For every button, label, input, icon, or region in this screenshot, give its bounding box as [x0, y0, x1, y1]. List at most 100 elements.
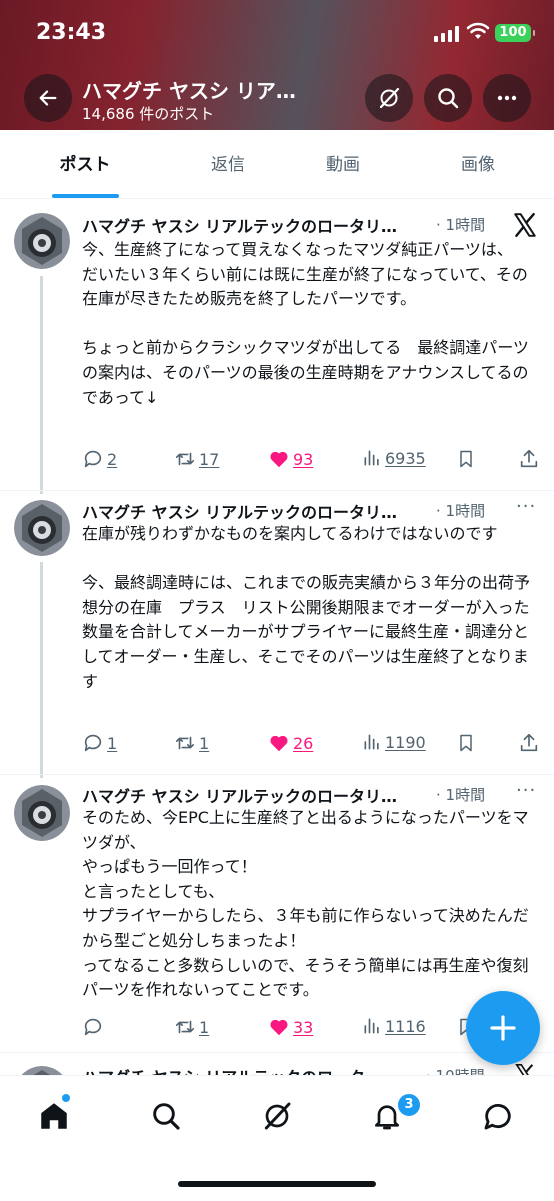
arrow-left-icon: [39, 90, 57, 106]
search-button[interactable]: [424, 74, 472, 122]
avatar[interactable]: [14, 785, 70, 841]
repost-count: 17: [199, 449, 220, 469]
repost-icon: [175, 1020, 195, 1034]
like-button[interactable]: 26: [268, 732, 313, 754]
bookmark-icon: [460, 734, 472, 752]
post-item-partial[interactable]: ハマグチ ヤスシ リアルテックのロータ… · 10時間: [0, 1053, 554, 1075]
author-name[interactable]: ハマグチ ヤスシ リアルテックのロータリ…: [82, 213, 397, 237]
views-icon: [364, 450, 379, 466]
post-actions: 2 17 93 6935: [82, 448, 542, 472]
notification-badge: 3: [396, 1092, 422, 1118]
author-name[interactable]: ハマグチ ヤスシ リアルテックのロータリ…: [82, 499, 397, 523]
share-icon: [520, 449, 538, 468]
x-logo-icon: [515, 1064, 534, 1075]
like-button[interactable]: 33: [268, 1016, 313, 1038]
avatar-image: [21, 1066, 63, 1075]
grok-icon: [379, 87, 400, 109]
reply-count: 1: [107, 733, 118, 753]
avatar-image: [14, 500, 70, 556]
repost-button[interactable]: 1: [174, 1016, 209, 1038]
views-button[interactable]: 1116: [362, 1016, 426, 1036]
like-count: 26: [293, 733, 314, 753]
avatar[interactable]: [14, 213, 70, 269]
views-button[interactable]: 6935: [362, 448, 426, 468]
avatar[interactable]: [14, 1066, 70, 1075]
nav-grok[interactable]: [257, 1096, 297, 1136]
tab-posts[interactable]: ポスト: [35, 130, 135, 198]
like-count: 33: [293, 1017, 314, 1037]
divider: [0, 490, 554, 491]
more-icon: [497, 95, 517, 101]
like-count: 93: [293, 449, 314, 469]
bookmark-button[interactable]: [456, 732, 476, 754]
post-time[interactable]: · 10時間: [426, 1065, 485, 1075]
thread-line: [40, 276, 43, 494]
home-unread-dot: [62, 1094, 70, 1102]
repost-icon: [175, 736, 195, 750]
wifi-icon: [466, 22, 490, 39]
view-count: 1190: [385, 732, 426, 752]
reply-count: 2: [107, 449, 118, 469]
views-button[interactable]: 1190: [362, 732, 426, 752]
post-time[interactable]: · 1時間: [436, 214, 485, 235]
post-time[interactable]: · 1時間: [436, 784, 485, 805]
reply-button[interactable]: 2: [82, 448, 117, 470]
nav-search[interactable]: [146, 1096, 186, 1136]
grok-button[interactable]: [365, 74, 413, 122]
views-icon: [364, 1018, 379, 1034]
nav-messages[interactable]: [478, 1096, 518, 1136]
author-name[interactable]: ハマグチ ヤスシ リアルテックのロータ…: [82, 1064, 381, 1075]
like-button[interactable]: 93: [268, 448, 313, 470]
back-button[interactable]: [24, 74, 72, 122]
repost-button[interactable]: 1: [174, 732, 209, 754]
reply-icon: [84, 734, 102, 752]
compose-button[interactable]: [466, 991, 540, 1065]
home-indicator: [178, 1181, 376, 1187]
reply-button[interactable]: 1: [82, 732, 117, 754]
share-button[interactable]: [518, 448, 540, 470]
search-icon: [438, 88, 459, 109]
view-count: 6935: [385, 448, 426, 468]
status-bar: 23:43 100: [0, 0, 554, 66]
post-more-icon[interactable]: ···: [516, 780, 536, 801]
avatar-image: [14, 213, 70, 269]
post-actions: 1 1 26 1190: [82, 732, 542, 756]
share-icon: [520, 733, 538, 752]
post-more-icon[interactable]: ···: [516, 496, 536, 517]
profile-header: 23:43 100 ハマグチ ヤスシ リア… 14,686 件のポスト: [0, 0, 554, 130]
signal-icon: [434, 26, 459, 42]
repost-button[interactable]: 17: [174, 448, 219, 470]
post-text: 在庫が残りわずかなものを案内してるわけではないのです 今、最終調達時には、これま…: [82, 524, 531, 691]
repost-count: 1: [199, 1017, 210, 1037]
reply-button[interactable]: [82, 1016, 107, 1038]
heart-icon: [270, 735, 288, 752]
message-icon: [484, 1104, 511, 1130]
x-logo-icon: [514, 212, 536, 238]
share-button[interactable]: [518, 732, 540, 754]
avatar[interactable]: [14, 500, 70, 556]
post-count: 14,686 件のポスト: [82, 105, 215, 123]
plus-icon: [490, 1015, 516, 1041]
bookmark-button[interactable]: [456, 448, 476, 470]
avatar-image: [14, 785, 70, 841]
repost-icon: [175, 452, 195, 466]
reply-icon: [84, 450, 102, 468]
repost-count: 1: [199, 733, 210, 753]
profile-name: ハマグチ ヤスシ リア…: [82, 79, 296, 103]
more-button[interactable]: [483, 74, 531, 122]
active-tab-indicator: [52, 194, 119, 198]
status-time: 23:43: [36, 20, 107, 45]
profile-tabs: ポスト 返信 動画 画像: [0, 130, 554, 199]
tab-videos[interactable]: 動画: [293, 130, 393, 198]
post-time[interactable]: · 1時間: [436, 500, 485, 521]
tab-replies[interactable]: 返信: [178, 130, 278, 198]
tab-images[interactable]: 画像: [428, 130, 528, 198]
bookmark-icon: [460, 450, 472, 468]
views-icon: [364, 734, 379, 750]
home-icon: [41, 1103, 67, 1129]
search-icon: [153, 1103, 180, 1130]
grok-icon: [264, 1102, 291, 1130]
post-text: そのため、今EPC上に生産終了と出るようになったパーツをマツダが、 やっぱもう一…: [82, 808, 529, 1000]
author-name[interactable]: ハマグチ ヤスシ リアルテックのロータリ…: [82, 783, 397, 807]
nav-home[interactable]: [34, 1096, 74, 1136]
